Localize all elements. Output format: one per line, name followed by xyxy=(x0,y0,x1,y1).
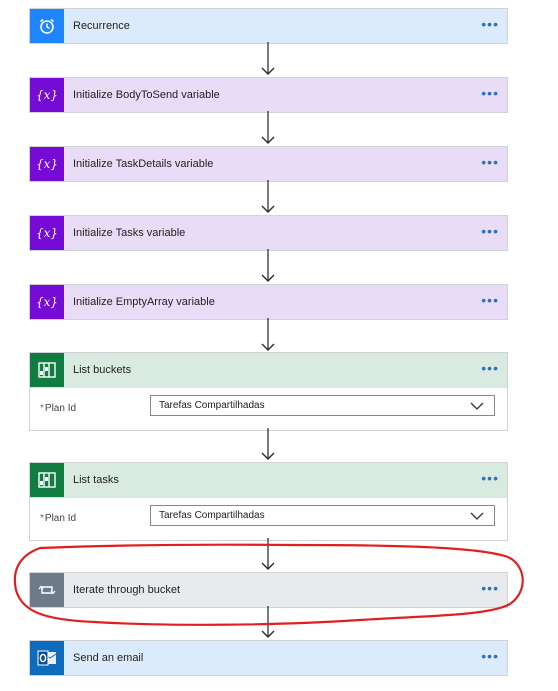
svg-text:{x}: {x} xyxy=(36,157,58,171)
step-title: Initialize BodyToSend variable xyxy=(73,89,220,101)
planner-icon xyxy=(30,353,64,387)
plan-id-dropdown[interactable]: Tarefas Compartilhadas xyxy=(150,505,495,526)
variable-icon: {x} xyxy=(30,285,64,319)
step-title: List tasks xyxy=(73,474,119,486)
more-options-button[interactable]: ••• xyxy=(481,581,499,595)
more-options-button[interactable]: ••• xyxy=(481,293,499,307)
step-initialize-taskdetails[interactable]: {x} Initialize TaskDetails variable ••• xyxy=(29,146,508,182)
more-options-button[interactable]: ••• xyxy=(481,86,499,100)
connector-arrow-icon xyxy=(258,42,278,77)
more-options-button[interactable]: ••• xyxy=(481,224,499,238)
more-options-button[interactable]: ••• xyxy=(481,649,499,663)
planner-icon xyxy=(30,463,64,497)
required-mark: * xyxy=(40,513,44,524)
step-title: Recurrence xyxy=(73,20,130,32)
connector-arrow-icon xyxy=(258,318,278,353)
more-options-button[interactable]: ••• xyxy=(481,471,499,485)
more-options-button[interactable]: ••• xyxy=(481,361,499,375)
connector-arrow-icon xyxy=(258,538,278,572)
plan-id-value: Tarefas Compartilhadas xyxy=(159,400,265,411)
step-initialize-tasks[interactable]: {x} Initialize Tasks variable ••• xyxy=(29,215,508,251)
more-options-button[interactable]: ••• xyxy=(481,17,499,31)
outlook-icon xyxy=(30,641,64,675)
step-title: Initialize TaskDetails variable xyxy=(73,158,214,170)
step-iterate-through-bucket[interactable]: Iterate through bucket ••• xyxy=(29,572,508,608)
variable-icon: {x} xyxy=(30,216,64,250)
plan-id-label-text: Plan Id xyxy=(44,513,77,524)
variable-icon: {x} xyxy=(30,78,64,112)
step-title: Initialize Tasks variable xyxy=(73,227,186,239)
plan-id-label: *Plan Id xyxy=(40,403,76,414)
step-initialize-bodytosend[interactable]: {x} Initialize BodyToSend variable ••• xyxy=(29,77,508,113)
step-list-tasks[interactable]: List tasks ••• *Plan Id Tarefas Comparti… xyxy=(29,462,508,541)
step-recurrence[interactable]: Recurrence ••• xyxy=(29,8,508,44)
loop-icon xyxy=(30,573,64,607)
alarm-clock-icon xyxy=(30,9,64,43)
chevron-down-icon xyxy=(470,509,484,526)
step-send-an-email[interactable]: Send an email ••• xyxy=(29,640,508,676)
step-title: Iterate through bucket xyxy=(73,584,181,596)
plan-id-value: Tarefas Compartilhadas xyxy=(159,510,265,521)
step-title: Send an email xyxy=(73,652,144,664)
svg-text:{x}: {x} xyxy=(36,88,58,102)
svg-text:{x}: {x} xyxy=(36,226,58,240)
step-list-buckets[interactable]: List buckets ••• *Plan Id Tarefas Compar… xyxy=(29,352,508,431)
step-title: List buckets xyxy=(73,364,132,376)
connector-arrow-icon xyxy=(258,428,278,462)
svg-text:{x}: {x} xyxy=(36,295,58,309)
connector-arrow-icon xyxy=(258,180,278,215)
plan-id-dropdown[interactable]: Tarefas Compartilhadas xyxy=(150,395,495,416)
chevron-down-icon xyxy=(470,399,484,416)
connector-arrow-icon xyxy=(258,111,278,146)
plan-id-label: *Plan Id xyxy=(40,513,76,524)
variable-icon: {x} xyxy=(30,147,64,181)
connector-arrow-icon xyxy=(258,606,278,640)
step-initialize-emptyarray[interactable]: {x} Initialize EmptyArray variable ••• xyxy=(29,284,508,320)
required-mark: * xyxy=(40,403,44,414)
more-options-button[interactable]: ••• xyxy=(481,155,499,169)
plan-id-label-text: Plan Id xyxy=(44,403,77,414)
step-title: Initialize EmptyArray variable xyxy=(73,296,215,308)
connector-arrow-icon xyxy=(258,249,278,284)
